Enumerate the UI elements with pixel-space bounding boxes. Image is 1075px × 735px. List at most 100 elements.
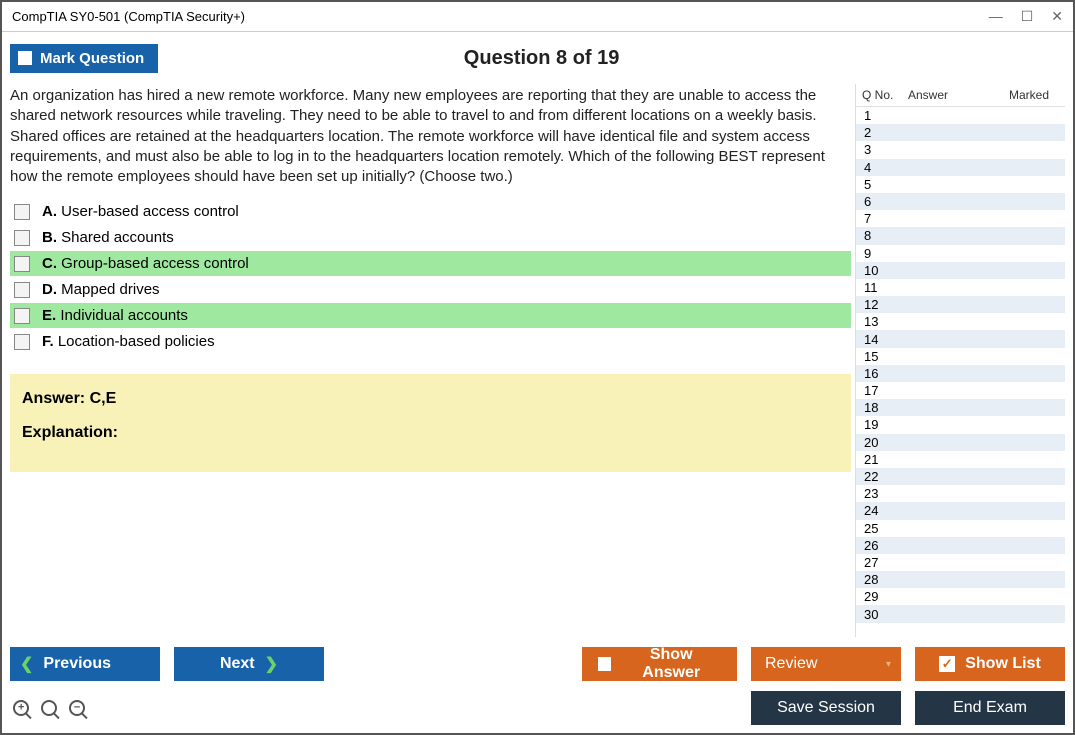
side-row[interactable]: 12 bbox=[856, 296, 1065, 313]
side-row-qno: 19 bbox=[856, 417, 902, 432]
side-row-qno: 11 bbox=[856, 280, 902, 295]
side-row-qno: 27 bbox=[856, 555, 902, 570]
side-row[interactable]: 28 bbox=[856, 571, 1065, 588]
close-icon[interactable]: ✕ bbox=[1051, 8, 1063, 25]
zoom-controls bbox=[10, 697, 88, 719]
side-row[interactable]: 26 bbox=[856, 537, 1065, 554]
col-answer: Answer bbox=[902, 88, 1009, 102]
side-row[interactable]: 21 bbox=[856, 451, 1065, 468]
option-c[interactable]: C. Group-based access control bbox=[10, 251, 851, 276]
answer-line: Answer: C,E bbox=[22, 390, 839, 408]
maximize-icon[interactable]: ☐ bbox=[1021, 8, 1034, 25]
side-row[interactable]: 20 bbox=[856, 434, 1065, 451]
side-row[interactable]: 16 bbox=[856, 365, 1065, 382]
side-row-qno: 14 bbox=[856, 332, 902, 347]
option-b[interactable]: B. Shared accounts bbox=[10, 225, 851, 250]
option-label: F. Location-based policies bbox=[42, 333, 215, 350]
side-row-qno: 28 bbox=[856, 572, 902, 587]
side-row[interactable]: 23 bbox=[856, 485, 1065, 502]
side-row[interactable]: 30 bbox=[856, 605, 1065, 622]
end-exam-button[interactable]: End Exam bbox=[915, 691, 1065, 725]
explanation-line: Explanation: bbox=[22, 424, 839, 442]
side-row-qno: 18 bbox=[856, 400, 902, 415]
option-e[interactable]: E. Individual accounts bbox=[10, 303, 851, 328]
side-row[interactable]: 6 bbox=[856, 193, 1065, 210]
option-label: B. Shared accounts bbox=[42, 229, 174, 246]
options-list: A. User-based access control B. Shared ac… bbox=[10, 199, 851, 354]
save-session-button[interactable]: Save Session bbox=[751, 691, 901, 725]
side-row-qno: 13 bbox=[856, 314, 902, 329]
side-row-qno: 12 bbox=[856, 297, 902, 312]
mark-label: Mark Question bbox=[40, 50, 144, 67]
chevron-down-icon: ▾ bbox=[886, 659, 891, 670]
side-row[interactable]: 14 bbox=[856, 330, 1065, 347]
side-row[interactable]: 7 bbox=[856, 210, 1065, 227]
option-d[interactable]: D. Mapped drives bbox=[10, 277, 851, 302]
side-row[interactable]: 1 bbox=[856, 107, 1065, 124]
checkbox-icon[interactable] bbox=[14, 334, 30, 350]
side-row-qno: 6 bbox=[856, 194, 902, 209]
side-row[interactable]: 5 bbox=[856, 176, 1065, 193]
side-row[interactable]: 9 bbox=[856, 245, 1065, 262]
check-icon: ✓ bbox=[939, 656, 955, 672]
previous-button[interactable]: ❮ Previous bbox=[10, 647, 160, 681]
checkbox-icon[interactable] bbox=[14, 256, 30, 272]
review-label: Review bbox=[765, 655, 817, 673]
window-controls: — ☐ ✕ bbox=[989, 8, 1063, 25]
side-row-qno: 15 bbox=[856, 349, 902, 364]
option-label: A. User-based access control bbox=[42, 203, 239, 220]
side-row[interactable]: 15 bbox=[856, 348, 1065, 365]
question-list-panel: Q No. Answer Marked 12345678910111213141… bbox=[855, 84, 1065, 637]
zoom-in-icon[interactable] bbox=[10, 697, 32, 719]
show-answer-label: Show Answer bbox=[621, 646, 721, 682]
side-row-qno: 8 bbox=[856, 228, 902, 243]
checkbox-icon[interactable] bbox=[14, 308, 30, 324]
side-row-qno: 2 bbox=[856, 125, 902, 140]
zoom-reset-icon[interactable] bbox=[38, 697, 60, 719]
side-row[interactable]: 8 bbox=[856, 227, 1065, 244]
question-text: An organization has hired a new remote w… bbox=[10, 84, 851, 199]
side-row-qno: 4 bbox=[856, 160, 902, 175]
side-row[interactable]: 13 bbox=[856, 313, 1065, 330]
side-row[interactable]: 10 bbox=[856, 262, 1065, 279]
end-exam-label: End Exam bbox=[953, 699, 1027, 717]
col-qno: Q No. bbox=[856, 88, 902, 102]
side-row[interactable]: 22 bbox=[856, 468, 1065, 485]
side-row[interactable]: 17 bbox=[856, 382, 1065, 399]
question-title: Question 8 of 19 bbox=[158, 47, 1065, 70]
option-f[interactable]: F. Location-based policies bbox=[10, 329, 851, 354]
show-list-label: Show List bbox=[965, 655, 1041, 673]
next-button[interactable]: Next ❯ bbox=[174, 647, 324, 681]
content-area: An organization has hired a new remote w… bbox=[10, 84, 851, 637]
side-row[interactable]: 2 bbox=[856, 124, 1065, 141]
side-row[interactable]: 27 bbox=[856, 554, 1065, 571]
side-list[interactable]: 1234567891011121314151617181920212223242… bbox=[856, 107, 1065, 637]
checkbox-icon[interactable] bbox=[14, 282, 30, 298]
side-row[interactable]: 29 bbox=[856, 588, 1065, 605]
col-marked: Marked bbox=[1009, 88, 1065, 102]
side-header: Q No. Answer Marked bbox=[856, 84, 1065, 107]
side-row[interactable]: 24 bbox=[856, 502, 1065, 519]
side-row[interactable]: 11 bbox=[856, 279, 1065, 296]
next-label: Next bbox=[220, 655, 255, 673]
chevron-right-icon: ❯ bbox=[265, 654, 278, 674]
chevron-left-icon: ❮ bbox=[20, 654, 33, 674]
side-row[interactable]: 4 bbox=[856, 159, 1065, 176]
checkbox-icon[interactable] bbox=[14, 230, 30, 246]
side-row-qno: 5 bbox=[856, 177, 902, 192]
side-row[interactable]: 18 bbox=[856, 399, 1065, 416]
mark-question-button[interactable]: Mark Question bbox=[10, 44, 158, 73]
side-row[interactable]: 3 bbox=[856, 141, 1065, 158]
review-dropdown[interactable]: Review ▾ bbox=[751, 647, 901, 681]
option-label: E. Individual accounts bbox=[42, 307, 188, 324]
show-list-button[interactable]: ✓ Show List bbox=[915, 647, 1065, 681]
side-row[interactable]: 19 bbox=[856, 416, 1065, 433]
save-session-label: Save Session bbox=[777, 699, 875, 717]
side-row[interactable]: 25 bbox=[856, 520, 1065, 537]
option-a[interactable]: A. User-based access control bbox=[10, 199, 851, 224]
show-answer-button[interactable]: Show Answer bbox=[582, 647, 737, 681]
minimize-icon[interactable]: — bbox=[989, 8, 1003, 25]
zoom-out-icon[interactable] bbox=[66, 697, 88, 719]
option-label: C. Group-based access control bbox=[42, 255, 249, 272]
checkbox-icon[interactable] bbox=[14, 204, 30, 220]
